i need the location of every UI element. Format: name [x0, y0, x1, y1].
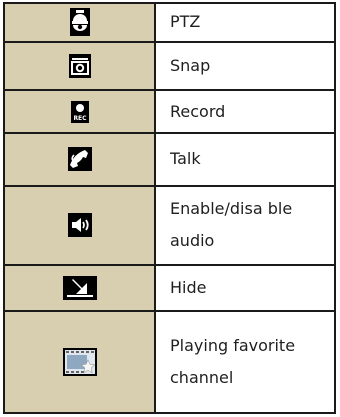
row-label: Talk [154, 131, 336, 187]
icon-cell [3, 40, 156, 92]
icon-cell [3, 2, 156, 43]
record-icon: REC [70, 100, 89, 123]
row-label: Snap [154, 40, 336, 92]
phone-talk-icon [67, 147, 92, 172]
camera-snap-icon [68, 53, 91, 78]
favorite-channel-icon [62, 348, 97, 377]
table-row: REC Record [3, 89, 336, 134]
table-row: Snap [3, 40, 336, 92]
row-label: Enable/disa ble audio [154, 184, 336, 266]
record-icon-label: REC [73, 115, 87, 122]
table-row: Playing favorite channel [3, 310, 336, 414]
row-label: Record [154, 89, 336, 134]
row-label: Playing favorite channel [154, 310, 336, 414]
icon-cell: REC [3, 89, 156, 134]
hide-arrow-icon [62, 276, 97, 301]
icon-cell [3, 310, 156, 414]
icon-cell [3, 184, 156, 266]
icon-legend-table: PTZ Snap REC Record Talk Enable/disa ble… [3, 2, 336, 414]
table-row: Talk [3, 131, 336, 187]
row-label: Hide [154, 263, 336, 313]
icon-cell [3, 131, 156, 187]
ptz-camera-icon [69, 8, 90, 37]
table-row: Enable/disa ble audio [3, 184, 336, 266]
table-row: PTZ [3, 2, 336, 43]
row-label: PTZ [154, 2, 336, 43]
icon-cell [3, 263, 156, 313]
table-row: Hide [3, 263, 336, 313]
speaker-audio-icon [67, 213, 92, 238]
